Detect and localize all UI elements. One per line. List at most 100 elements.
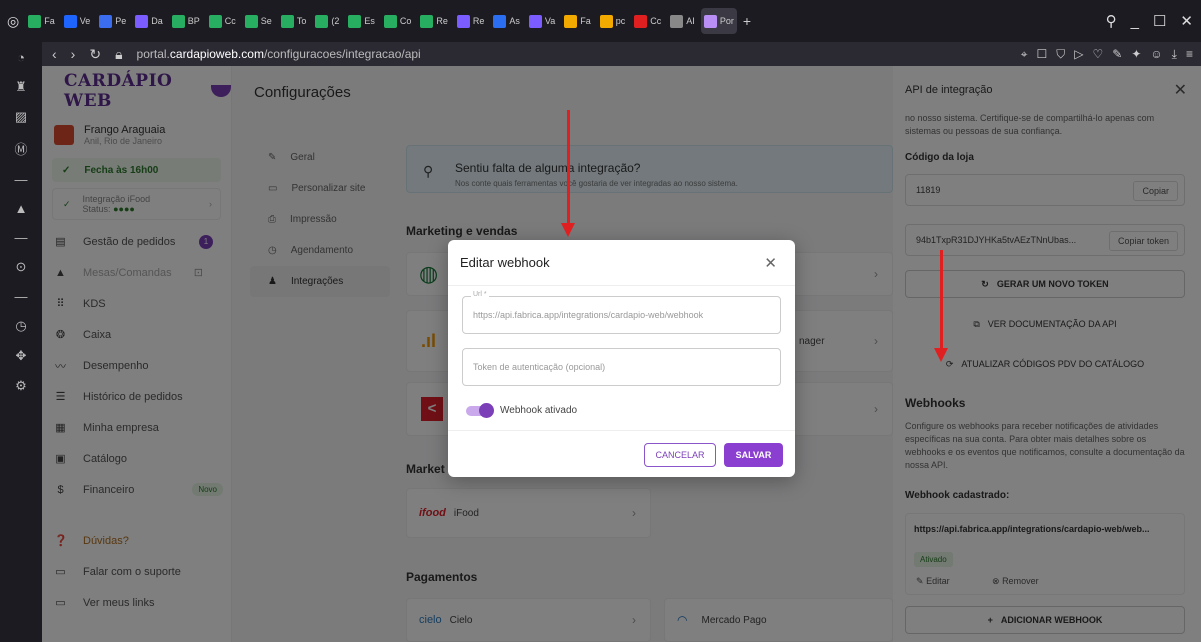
forward-icon[interactable]: › [71,46,76,63]
browser-tab[interactable]: (2 [312,8,342,34]
browser-tab[interactable]: pc [597,8,629,34]
opera-menu-icon[interactable]: ◎ [4,8,22,34]
tab-favicon-icon [63,14,77,28]
tab-label: AI [686,16,695,26]
menu-icon[interactable]: ≡ [1186,47,1193,61]
settings-icon[interactable]: ⚙ [15,378,27,394]
pin-icon[interactable]: ⌖ [1021,47,1028,62]
webhook-toggle[interactable]: Webhook ativado [466,402,578,418]
tab-favicon-icon [383,14,397,28]
history-icon[interactable]: ◷ [15,318,26,334]
browser-tab[interactable]: Ve [61,8,94,34]
browser-tab[interactable]: Es [345,8,378,34]
close-window-icon[interactable]: ✕ [1180,12,1193,30]
browser-tab[interactable]: Fa [25,8,58,34]
browser-tab[interactable]: Va [526,8,558,34]
tab-label: Co [399,16,412,26]
aria-icon[interactable]: ▲ [15,201,28,216]
bookmarks-icon[interactable]: ♜ [15,79,27,95]
tab-label: Es [364,16,375,26]
url-field[interactable]: portal.cardapioweb.com/configuracoes/int… [137,47,421,61]
search-icon[interactable]: ⚲ [1106,12,1117,30]
heart-icon[interactable]: ♡ [1093,47,1104,61]
modal-header: Editar webhook ✕ [448,240,795,286]
annotation-arrow-1 [561,110,575,237]
api-integration-panel: API de integração ✕ no nosso sistema. Ce… [893,66,1201,642]
camera-icon[interactable]: ☐ [1037,47,1048,61]
tab-label: Se [260,16,272,26]
close-icon[interactable]: ✕ [764,254,777,272]
webhook-url-field[interactable]: Url * https://api.fabrica.app/integration… [462,291,781,334]
player-icon[interactable]: ⊙ [16,259,27,275]
tab-label: Cc [650,16,662,26]
divider-icon-3: — [14,289,28,304]
browser-tab[interactable]: Re [454,8,488,34]
puzzle-icon[interactable]: ✦ [1131,47,1141,61]
browser-tab[interactable]: As [490,8,523,34]
shield-icon[interactable]: ⛉ [1056,47,1065,62]
tab-list: ◎ Fa Ve Pe Da BP Cc Se To (2 Es Co Re Re As Va Fa pc Cc AI… [0,8,754,34]
modal-footer: CANCELAR SALVAR [448,430,795,477]
tab-label: Pe [115,16,127,26]
messenger-icon[interactable]: Ⓜ [14,139,27,158]
browser-tab[interactable]: Da [132,8,166,34]
account-icon[interactable]: ☺ [1150,47,1162,61]
auth-token-field[interactable]: Token de autenticação (opcional) [462,348,781,386]
tab-label: Re [472,16,485,26]
new-tab-icon[interactable]: + [740,8,754,34]
browser-tab[interactable]: AI [667,8,698,34]
browser-tab[interactable]: Se [242,8,275,34]
tab-favicon-icon [99,14,113,28]
tab-label: Re [436,16,448,26]
tab-favicon-icon [280,14,294,28]
url-field-label: Url * [471,291,489,298]
reload-icon[interactable]: ↻ [89,46,101,63]
cancel-button[interactable]: CANCELAR [644,443,716,467]
tab-label: Fa [580,16,591,26]
annotation-arrow-2 [934,250,948,362]
tab-label: To [296,16,307,26]
browser-tab[interactable]: Pe [96,8,129,34]
browser-tab[interactable]: Co [381,8,415,34]
play-icon[interactable]: ▷ [1074,47,1083,61]
snapshot-icon[interactable]: ▨ [15,109,27,125]
tab-favicon-icon [135,14,149,28]
browser-tab[interactable]: Por [700,8,737,34]
browser-tab[interactable]: Cc [631,8,664,34]
modal-title: Editar webhook [460,255,550,270]
tab-label: Ve [79,16,91,26]
tab-favicon-icon [348,14,362,28]
extensions-icon[interactable]: ✥ [16,348,27,364]
edit-webhook-modal: Editar webhook ✕ Url * https://api.fabrica… [448,240,795,477]
tab-favicon-icon [208,14,222,28]
auth-token-placeholder: Token de autenticação (opcional) [473,362,606,372]
minimize-icon[interactable]: _ [1131,13,1139,30]
tab-label: Va [544,16,556,26]
tab-favicon-icon [171,14,185,28]
tab-favicon-icon [564,14,578,28]
toggle-switch[interactable] [466,402,494,418]
tab-favicon-icon [28,14,42,28]
tab-favicon-icon [599,14,613,28]
browser-tab[interactable]: To [278,8,310,34]
toggle-label: Webhook ativado [500,405,578,416]
browser-tab[interactable]: BP [169,8,203,34]
download-icon[interactable]: ⤓ [1172,47,1177,62]
maximize-icon[interactable]: ☐ [1153,12,1166,30]
browser-tab[interactable]: Cc [206,8,239,34]
tab-favicon-icon [634,14,648,28]
tab-favicon-icon [244,14,258,28]
tab-favicon-icon [528,14,542,28]
browser-tab[interactable]: Re [417,8,451,34]
back-icon[interactable]: ‹ [52,46,57,63]
browser-tab[interactable]: Fa [561,8,594,34]
tab-label: (2 [331,16,340,26]
extension-icon[interactable]: ✎ [1112,47,1122,61]
tab-label: BP [187,16,200,26]
lock-icon: 🔒︎ [115,45,123,62]
tab-label: pc [615,16,626,26]
save-button[interactable]: SALVAR [724,443,783,467]
tab-label: Cc [224,16,236,26]
speed-dial-icon[interactable]: ◔ [17,50,25,65]
tab-favicon-icon [420,14,434,28]
